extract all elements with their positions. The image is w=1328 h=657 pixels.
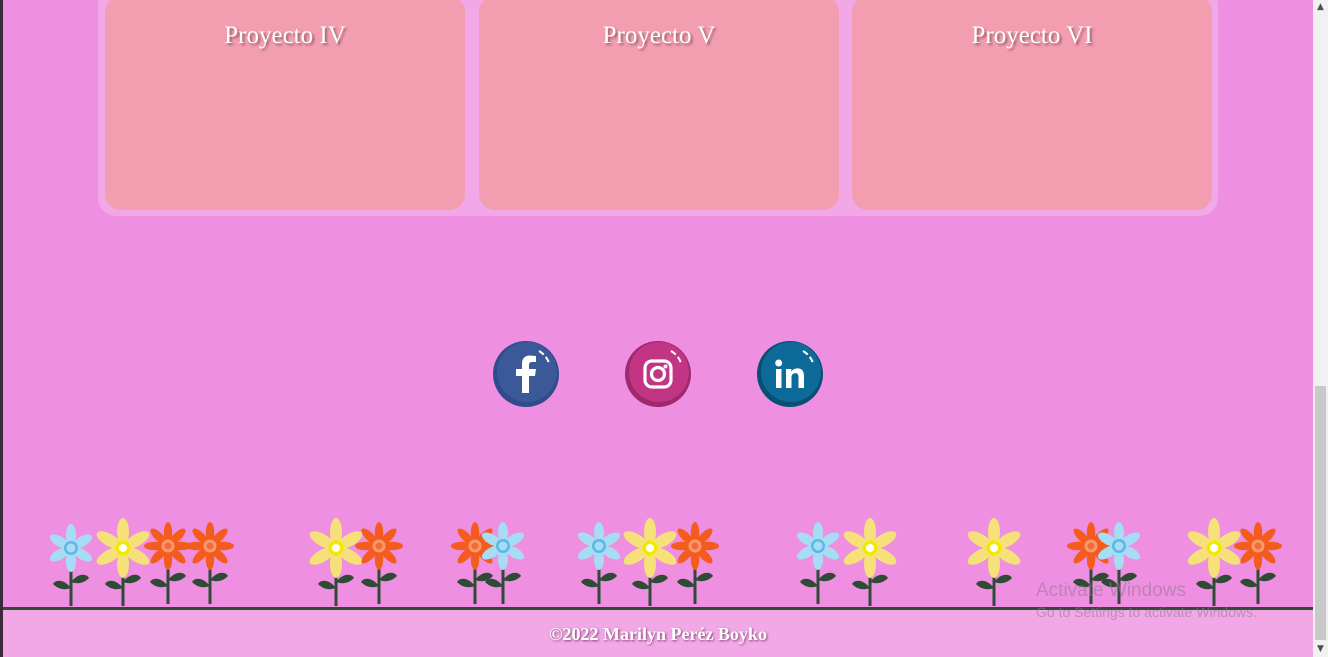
project-card-iv[interactable]: Proyecto IV <box>105 0 465 210</box>
instagram-link[interactable] <box>625 341 691 407</box>
orange-flower <box>671 522 719 606</box>
blue-flower <box>794 522 842 606</box>
orange-flower <box>144 522 192 606</box>
scroll-up-arrow-icon[interactable]: ▲ <box>1313 0 1328 15</box>
project-title: Proyecto IV <box>224 22 346 49</box>
project-title: Proyecto VI <box>971 22 1093 49</box>
vertical-scrollbar[interactable]: ▲ ▼ <box>1313 0 1328 657</box>
instagram-icon <box>625 341 691 407</box>
project-card-v[interactable]: Proyecto V <box>479 0 839 210</box>
project-card-vi[interactable]: Proyecto VI <box>852 0 1212 210</box>
blue-flower <box>47 524 95 608</box>
copyright-text: ©2022 Marilyn Peréz Boyko <box>549 624 767 644</box>
linkedin-icon <box>757 341 823 407</box>
yellow-flower <box>965 518 1023 608</box>
facebook-icon <box>493 341 559 407</box>
scroll-down-arrow-icon[interactable]: ▼ <box>1313 642 1328 657</box>
yellow-flower <box>307 518 365 608</box>
yellow-flower <box>621 518 679 608</box>
project-title: Proyecto V <box>602 22 716 49</box>
watermark-title: Activate Windows <box>1036 580 1186 601</box>
blue-flower <box>575 522 623 606</box>
yellow-flower <box>94 518 152 608</box>
scrollbar-thumb[interactable] <box>1315 386 1326 640</box>
facebook-link[interactable] <box>493 341 559 407</box>
blue-flower <box>479 522 527 606</box>
yellow-flower <box>841 518 899 608</box>
orange-flower <box>186 522 234 606</box>
watermark-subtitle: Go to Settings to activate Windows. <box>1036 604 1257 620</box>
projects-panel: Proyecto IV Proyecto V Proyecto VI <box>98 0 1218 216</box>
linkedin-link[interactable] <box>757 341 823 407</box>
windows-activation-watermark: Activate Windows Go to Settings to activ… <box>1036 580 1257 620</box>
